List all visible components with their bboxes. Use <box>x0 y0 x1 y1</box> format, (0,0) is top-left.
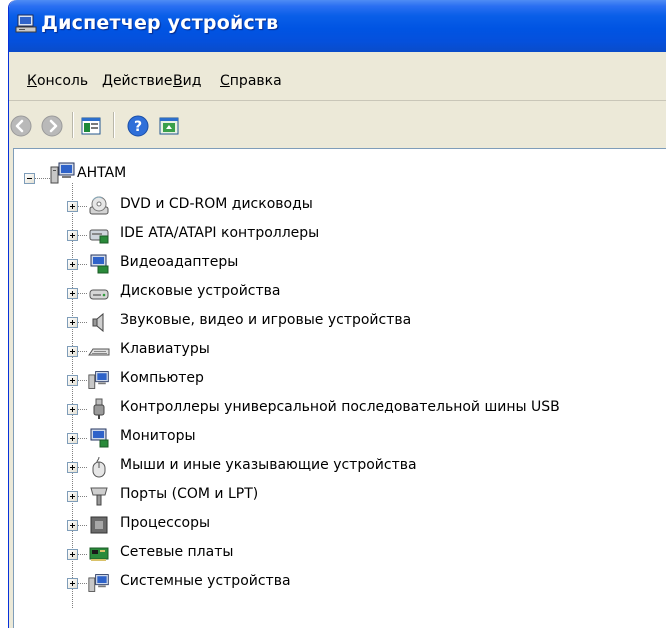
tree-connector <box>35 178 51 179</box>
menu-accelerator: Д <box>102 73 113 89</box>
menu-label-rest: ействие <box>112 73 173 89</box>
toolbar-separator <box>72 112 74 138</box>
tree-item-label: IDE ATA/ATAPI контроллеры <box>120 225 320 241</box>
tree-item-label: Системные устройства <box>120 573 291 589</box>
tree-item[interactable]: Сетевые платы <box>14 539 666 568</box>
device-manager-window: Диспетчер устройств Консоль Действие Вид Сп… <box>8 0 666 628</box>
tree-item[interactable]: Процессоры <box>14 510 666 539</box>
keyboard-icon <box>88 340 110 362</box>
menu-label-rest: онсоль <box>36 73 89 89</box>
tree-root-label[interactable]: AHTAM <box>77 165 126 181</box>
tree-item[interactable]: IDE ATA/ATAPI контроллеры <box>14 220 666 249</box>
menu-accelerator: С <box>220 73 230 89</box>
mouse-icon <box>88 456 110 478</box>
menu-help[interactable]: Справка <box>220 73 282 89</box>
display-adapter-icon <box>88 253 110 275</box>
tree-item[interactable]: Контроллеры универсальной последовательн… <box>14 394 666 423</box>
tree-item-label: Клавиатуры <box>120 341 210 357</box>
device-manager-icon <box>15 14 37 38</box>
tree-item-label: Контроллеры универсальной последовательн… <box>120 399 560 415</box>
window-title: Диспетчер устройств <box>41 12 279 34</box>
tree-item-label: Мыши и иные указывающие устройства <box>120 457 417 473</box>
tree-item[interactable]: Дисковые устройства <box>14 278 666 307</box>
tree-item[interactable]: DVD и CD-ROM дисководы <box>14 191 666 220</box>
tree-item-label: Сетевые платы <box>120 544 234 560</box>
menu-accelerator: В <box>173 73 183 89</box>
tree-item-label: Компьютер <box>120 370 204 386</box>
menu-bar: Консоль Действие Вид Справка <box>9 66 666 94</box>
menu-view[interactable]: Вид <box>173 73 201 89</box>
tree-item[interactable]: Мыши и иные указывающие устройства <box>14 452 666 481</box>
tree-item-label: Видеоадаптеры <box>120 254 239 270</box>
device-tree[interactable]: AHTAM DVD и CD-ROM дисководы IDE ATA/ATAP… <box>13 148 666 628</box>
toolbar: ? <box>9 104 666 146</box>
tree-item-label: Порты (COM и LPT) <box>120 486 259 502</box>
processor-icon <box>88 514 110 536</box>
properties-icon[interactable] <box>79 114 103 138</box>
tree-item-label: Мониторы <box>120 428 196 444</box>
disk-drive-icon <box>88 282 110 304</box>
tree-item-label: Дисковые устройства <box>120 283 281 299</box>
forward-icon[interactable] <box>40 114 64 138</box>
ide-controller-icon <box>88 224 110 246</box>
title-bar[interactable]: Диспетчер устройств <box>9 0 666 52</box>
menu-action[interactable]: Действие <box>102 73 172 89</box>
tree-item-label: Звуковые, видео и игровые устройства <box>120 312 412 328</box>
tree-item[interactable]: Системные устройства <box>14 568 666 597</box>
tree-item[interactable]: Звуковые, видео и игровые устройства <box>14 307 666 336</box>
help-icon[interactable]: ? <box>126 114 150 138</box>
tree-item[interactable]: Порты (COM и LPT) <box>14 481 666 510</box>
system-devices-icon <box>88 572 110 594</box>
menu-accelerator: К <box>27 73 37 89</box>
usb-plug-icon <box>88 398 110 420</box>
tree-item[interactable]: Мониторы <box>14 423 666 452</box>
speaker-icon <box>88 311 110 333</box>
menu-label-rest: ид <box>182 73 202 89</box>
tree-item[interactable]: Клавиатуры <box>14 336 666 365</box>
network-card-icon <box>88 543 110 565</box>
menu-console[interactable]: Консоль <box>27 73 88 89</box>
toolbar-separator <box>113 112 115 138</box>
tree-item-label: DVD и CD-ROM дисководы <box>120 196 313 212</box>
svg-text:?: ? <box>134 119 142 135</box>
computer-icon <box>88 369 110 391</box>
back-icon[interactable] <box>9 114 33 138</box>
menu-divider <box>9 100 666 101</box>
cdrom-drive-icon <box>88 195 110 217</box>
tree-item[interactable]: Компьютер <box>14 365 666 394</box>
update-driver-icon[interactable] <box>157 114 181 138</box>
tree-root-expander[interactable] <box>24 173 35 184</box>
tree-item-label: Процессоры <box>120 515 211 531</box>
menu-label-rest: правка <box>229 73 282 89</box>
tree-item[interactable]: Видеоадаптеры <box>14 249 666 278</box>
port-icon <box>88 485 110 507</box>
monitor-icon <box>88 427 110 449</box>
